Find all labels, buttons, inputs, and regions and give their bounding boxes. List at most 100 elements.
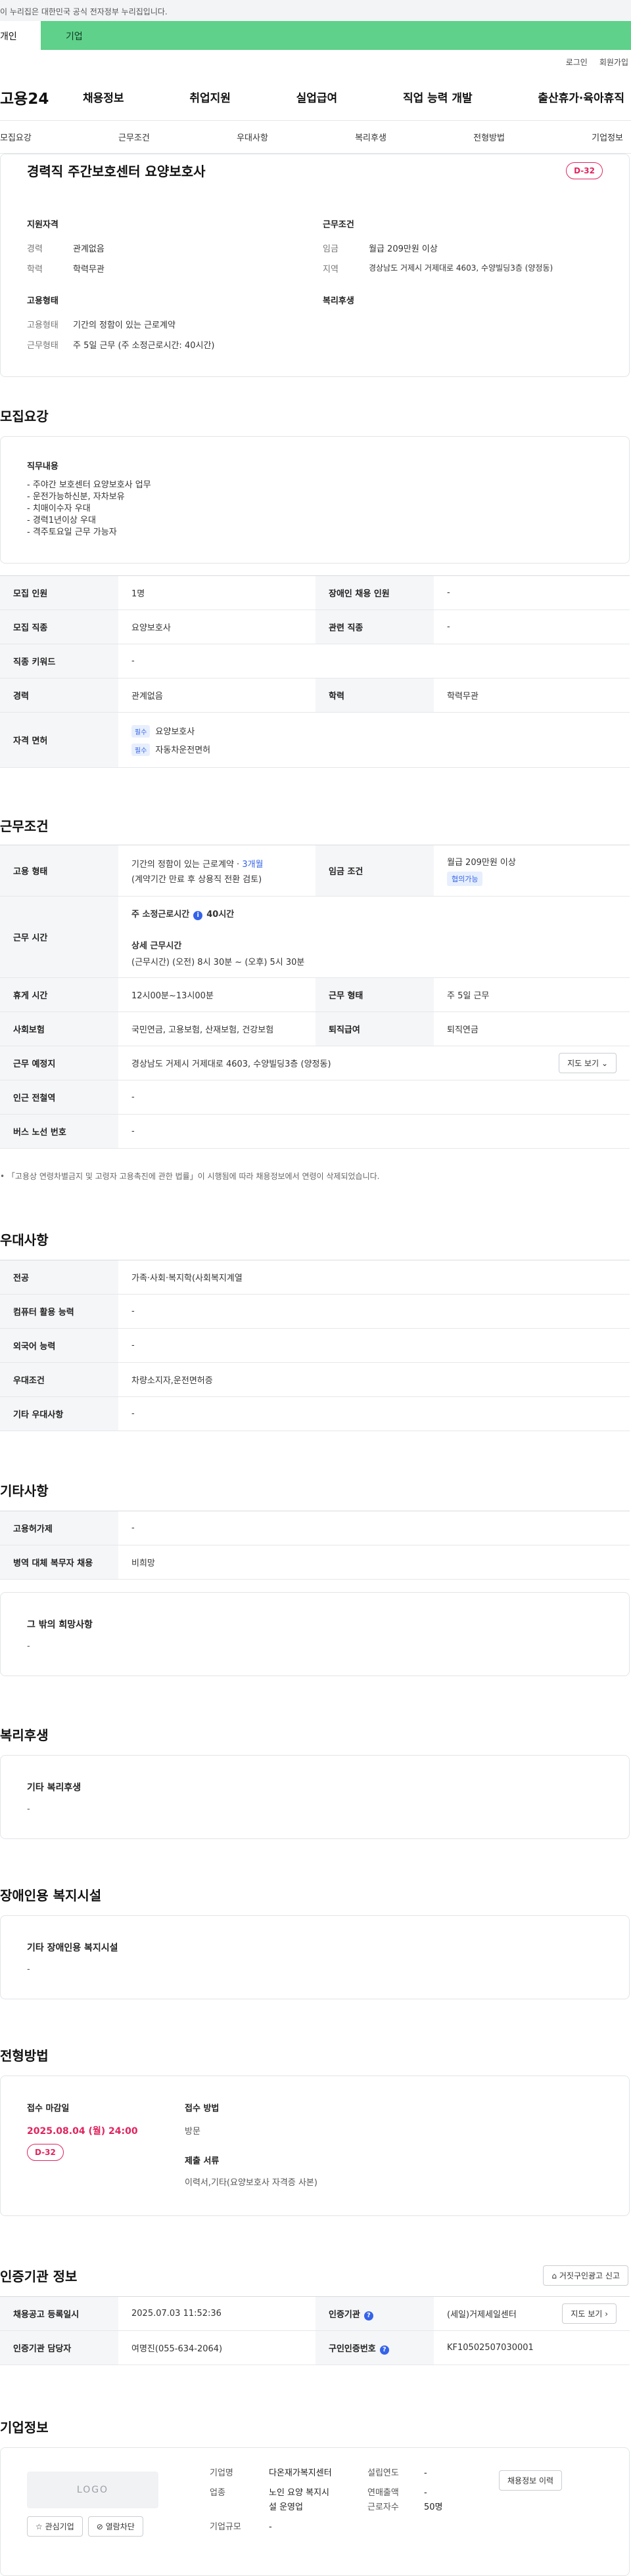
place-value: 경상남도 거제시 거제대로 4603, 수양빌딩3층 (양정동) (131, 1059, 331, 1069)
docs-label: 제출 서류 (185, 2156, 220, 2166)
section-title-company: 기업정보 (0, 2420, 49, 2435)
method-value: 방문 (185, 2127, 200, 2137)
gnb-item-job-skills[interactable]: 직업 능력 개발 (403, 89, 473, 105)
subnav-work[interactable]: 근무조건 (118, 131, 150, 143)
insurance-value: 국민연금, 고용보험, 산재보험, 건강보험 (118, 1011, 316, 1046)
retire-label: 퇴직급여 (316, 1011, 434, 1046)
section-title-work: 근무조건 (0, 818, 49, 834)
founded-value: - (424, 2468, 427, 2478)
user-type-tabs: 개인 기업 (0, 21, 631, 50)
retire-value: 퇴직연금 (434, 1011, 630, 1046)
work-form-label: 근무 형태 (316, 977, 434, 1012)
station-label: 인근 전철역 (0, 1080, 118, 1115)
reg-date-label: 채용공고 등록일시 (0, 2296, 118, 2331)
preference-table: 전공 가족·사회·복지학(사회복지계열 컴퓨터 활용 능력 - 외국어 능력 - 우대… (0, 1260, 630, 1431)
age-notice: • 「고용상 연령차별금지 및 고령자 고용촉진에 관한 법률」이 시행됨에 따… (0, 1172, 380, 1181)
required-tag: 필수 (131, 724, 151, 738)
duty-item: - 경력1년이상 우대 (27, 516, 96, 525)
place-cell: 경상남도 거제시 거제대로 4603, 수양빌딩3층 (양정동) 지도 보기 ⌄ (118, 1046, 630, 1080)
disabled-label: 장애인 채용 인원 (316, 575, 434, 610)
home-icon: ⌂ (551, 2271, 559, 2280)
hire-permit-label: 고용허가제 (0, 1511, 118, 1545)
wage-label: 임금 조건 (316, 845, 434, 897)
related-label: 관련 직종 (316, 610, 434, 644)
license-item: 요양보호사 (155, 726, 195, 737)
subnav-screening[interactable]: 전형방법 (473, 131, 505, 143)
pref-cond-value: 차량소지자,운전면허증 (118, 1362, 630, 1397)
condition-block: 근무조건 임금 월급 209만원 이상 지역 경상남도 거제시 거제대로 4603,… (323, 217, 612, 275)
gnb-item-jobs[interactable]: 채용정보 (83, 89, 124, 105)
gnb-menu: 채용정보 취업지원 실업급여 직업 능력 개발 출산휴가·육아휴직 (78, 89, 631, 105)
emp-months: 3개월 (242, 859, 264, 870)
pref-other-value: - (118, 1396, 630, 1431)
sales-value: -50명 (424, 2488, 443, 2512)
subnav-recruit[interactable]: 모집요강 (0, 131, 32, 143)
duty-item: - 치매이수자 우대 (27, 504, 91, 514)
work-table: 고용 형태 기간의 정함이 있는 근로계약 · 3개월 (계약기간 만료 후 상… (0, 845, 630, 1149)
login-link[interactable]: 로그인 (566, 56, 588, 68)
emp-type-cell: 기간의 정함이 있는 근로계약 · 3개월 (계약기간 만료 후 상용직 전환 … (118, 845, 316, 897)
license-label: 자격 면허 (0, 712, 118, 768)
hours-cell: 주 소정근로시간 i 40시간 상세 근무시간 (근무시간) (오전) 8시 30분… (118, 896, 630, 978)
career-label: 경력 (27, 244, 43, 254)
other-wishes-card: 그 밖의 희망사항 - (0, 1592, 630, 1676)
signup-link[interactable]: 회원가입 (599, 56, 628, 68)
manager-value: 여명진(055-634-2064) (118, 2330, 316, 2365)
block-view-button[interactable]: ⊘ 열람차단 (87, 2516, 143, 2537)
edu-value: 학력무관 (73, 265, 105, 275)
section-subnav: 모집요강 근무조건 우대사항 복리후생 전형방법 기업정보 (0, 121, 631, 154)
other-wishes-value: - (27, 1641, 30, 1651)
work-form-label: 근무형태 (27, 341, 58, 351)
bus-value: - (118, 1114, 630, 1149)
gnb-item-parental-leave[interactable]: 출산휴가·육아휴직 (538, 89, 624, 105)
tab-personal[interactable]: 개인 (0, 21, 41, 50)
etc-table: 고용허가제 - 병역 대체 복무자 채용 비희망 (0, 1511, 630, 1580)
edu-value: 학력무관 (434, 678, 630, 713)
deadline-value: 2025.08.04 (월) 24:00 (27, 2126, 138, 2137)
language-value: - (118, 1328, 630, 1363)
section-title-agency: 인증기관 정보 (0, 2269, 78, 2284)
gov-banner: 이 누리집은 대한민국 공식 전자정부 누리집입니다. (0, 0, 631, 21)
emp-note: (계약기간 만료 후 상용직 전환 검토) (131, 874, 262, 885)
qualification-block: 지원자격 경력 관계없음 학력 학력무관 (27, 217, 310, 275)
wage-label: 임금 (323, 244, 339, 254)
duty-item: - 주야간 보호센터 요양보호사 업무 (27, 480, 151, 490)
section-title-disability: 장애인용 복지시설 (0, 1888, 102, 1903)
hire-permit-value: - (118, 1511, 630, 1545)
job-history-button[interactable]: 채용정보 이력 (499, 2470, 563, 2491)
agency-map-button[interactable]: 지도 보기 › (562, 2303, 617, 2324)
company-logo-placeholder: LOGO (27, 2472, 158, 2508)
welfare-heading: 기타 복리후생 (27, 1783, 82, 1793)
gnb-item-employment-support[interactable]: 취업지원 (189, 89, 231, 105)
bus-label: 버스 노선 번호 (0, 1114, 118, 1149)
agency-value: (세일)거제세일센터 (447, 2310, 517, 2320)
tab-corporate[interactable]: 기업 (41, 21, 631, 50)
work-form-value: 주 5일 근무 (434, 977, 630, 1012)
info-icon[interactable]: ? (379, 2345, 389, 2355)
subnav-preference[interactable]: 우대사항 (237, 131, 268, 143)
disabled-value: - (434, 575, 630, 610)
place-label: 근무 예정지 (0, 1046, 118, 1080)
qual-heading: 지원자격 (27, 220, 58, 230)
break-value: 12시00분~13시00분 (118, 977, 316, 1012)
site-logo[interactable]: 고용24 (0, 86, 78, 108)
welfare-block: 복리후생 (323, 294, 354, 306)
cert-number-label-cell: 구인인증번호? (316, 2330, 434, 2365)
headcount-value: 1명 (118, 575, 316, 610)
duty-heading: 직무내용 (27, 462, 58, 472)
info-icon[interactable]: ? (363, 2311, 373, 2321)
map-button[interactable]: 지도 보기 ⌄ (559, 1053, 617, 1073)
deadline-label: 접수 마감일 (27, 2104, 70, 2114)
edu-label: 학력 (27, 265, 43, 275)
subnav-welfare[interactable]: 복리후생 (355, 131, 386, 143)
subnav-company[interactable]: 기업정보 (592, 131, 623, 143)
report-false-ad-button[interactable]: ⌂ 거짓구인광고 신고 (543, 2265, 628, 2286)
major-label: 전공 (0, 1260, 118, 1295)
info-icon[interactable]: i (193, 910, 203, 920)
global-nav: 고용24 채용정보 취업지원 실업급여 직업 능력 개발 출산휴가·육아휴직 (0, 74, 631, 121)
employees-label: 근로자수 (367, 2502, 399, 2512)
region-label: 지역 (323, 265, 339, 275)
favorite-company-button[interactable]: ☆ 관심기업 (27, 2516, 83, 2537)
gnb-item-unemployment-benefit[interactable]: 실업급여 (296, 89, 338, 105)
section-title-preference: 우대사항 (0, 1232, 49, 1248)
